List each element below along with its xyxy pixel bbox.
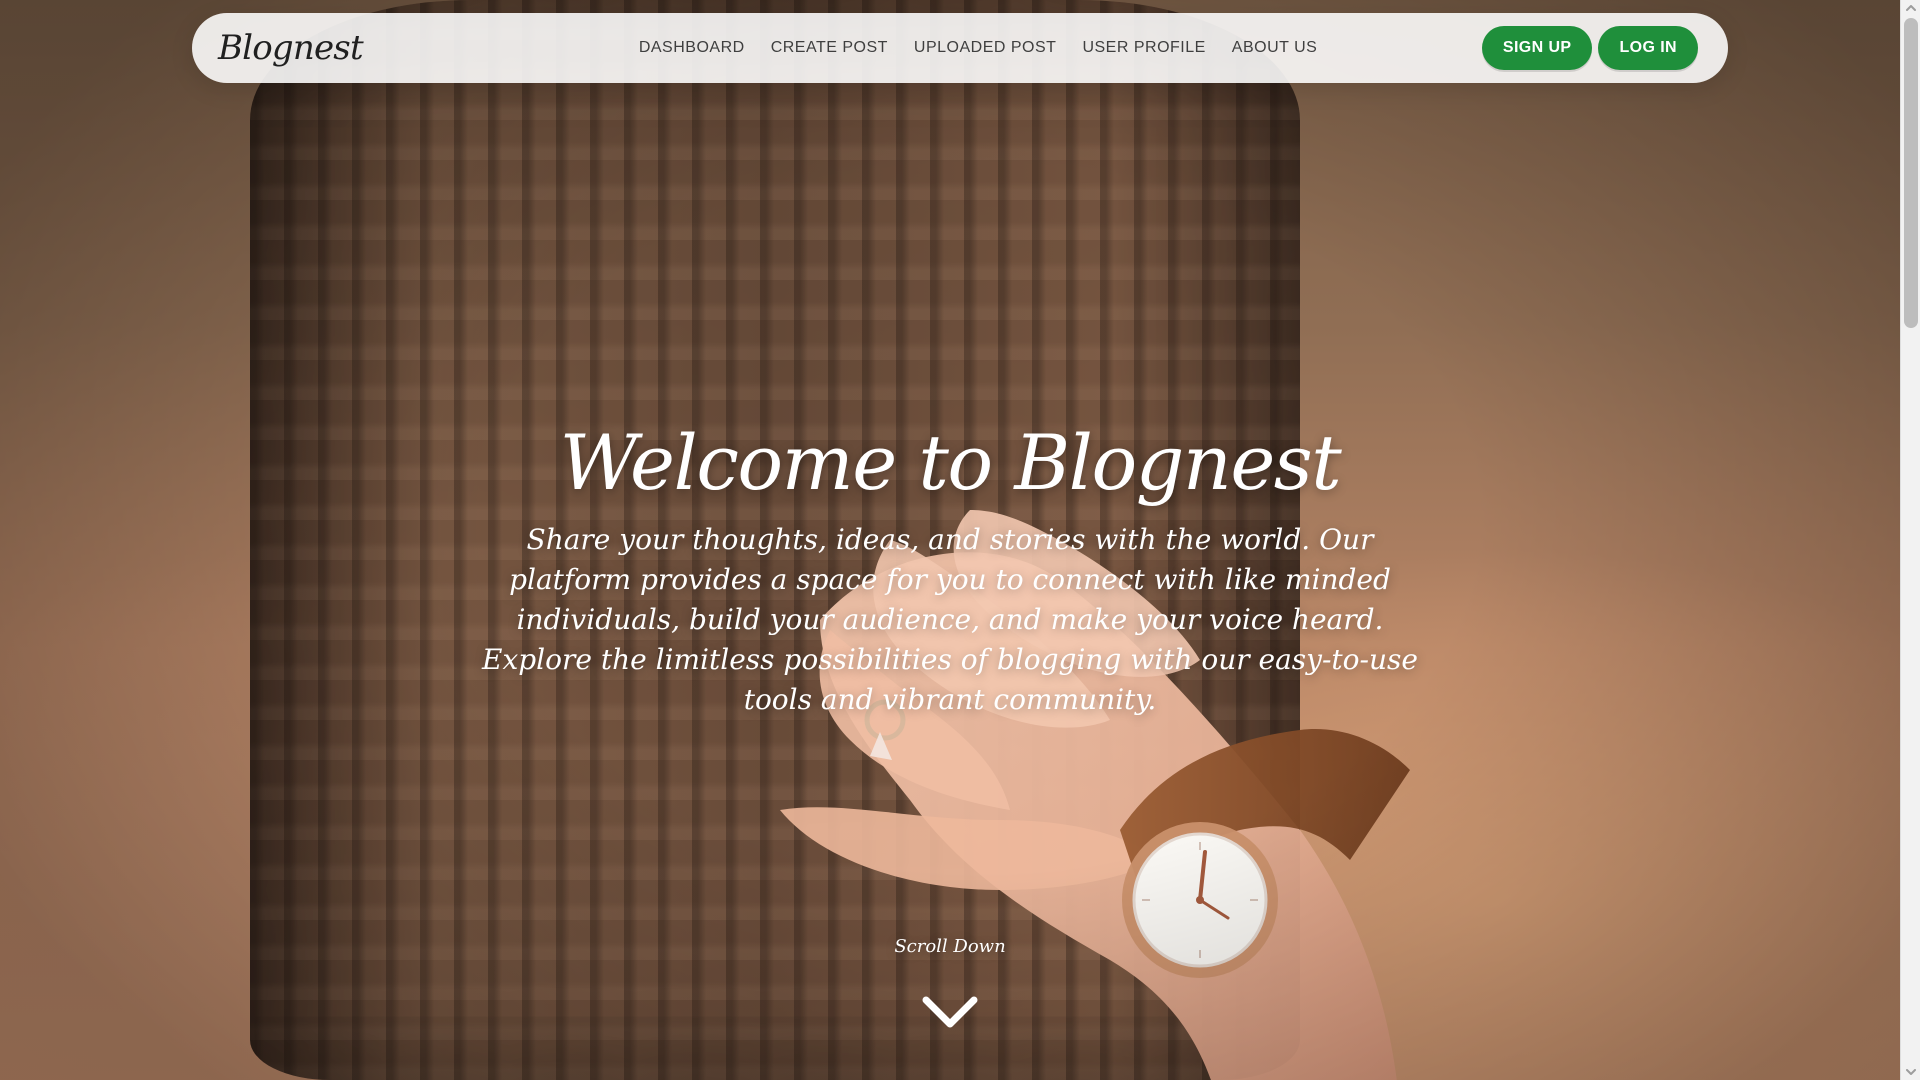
nav-actions: SIGN UP LOG IN (1481, 26, 1698, 70)
scroll-down-arrow-icon[interactable] (1905, 1066, 1917, 1078)
scroll-up-arrow-icon[interactable] (1905, 2, 1917, 14)
top-navigation: Blognest DASHBOARD CREATE POST UPLOADED … (192, 13, 1728, 83)
vertical-scrollbar[interactable] (1900, 0, 1920, 1080)
chevron-down-icon[interactable] (920, 990, 980, 1034)
hero-subtitle: Share your thoughts, ideas, and stories … (482, 523, 1418, 716)
nav-link-create-post[interactable]: CREATE POST (771, 33, 888, 63)
nav-link-dashboard[interactable]: DASHBOARD (639, 33, 745, 63)
nav-link-uploaded-post[interactable]: UPLOADED POST (914, 33, 1057, 63)
page: Blognest DASHBOARD CREATE POST UPLOADED … (0, 0, 1920, 1080)
scroll-down-label[interactable]: Scroll Down (0, 936, 1900, 957)
nav-link-user-profile[interactable]: USER PROFILE (1082, 33, 1205, 63)
hero-title: Welcome to Blognest (559, 418, 1342, 507)
brand-logo[interactable]: Blognest (218, 28, 364, 68)
login-button[interactable]: LOG IN (1598, 26, 1698, 70)
signup-button[interactable]: SIGN UP (1481, 26, 1593, 70)
nav-links: DASHBOARD CREATE POST UPLOADED POST USER… (639, 33, 1317, 63)
scrollbar-thumb[interactable] (1904, 18, 1918, 328)
nav-link-about-us[interactable]: ABOUT US (1232, 33, 1318, 63)
